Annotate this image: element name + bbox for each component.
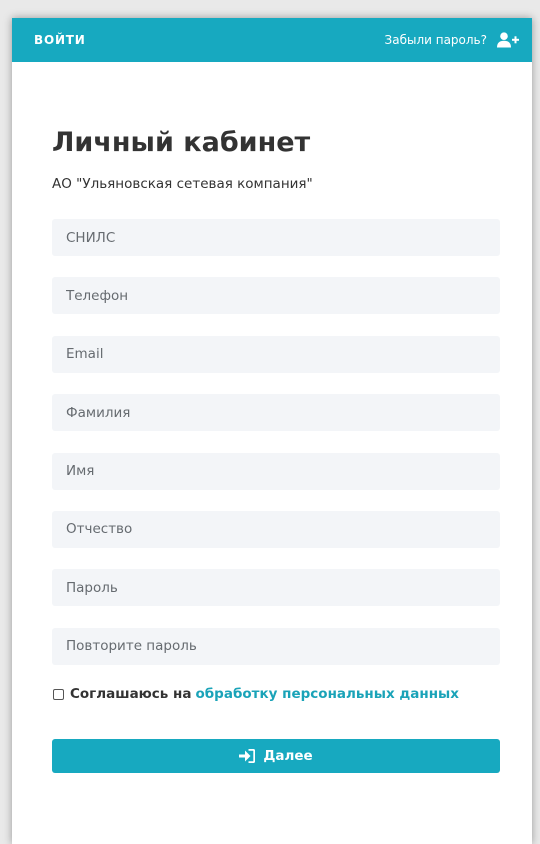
forgot-password-link[interactable]: Забыли пароль? bbox=[385, 33, 487, 47]
consent-row: Соглашаюсь на обработку персональных дан… bbox=[52, 686, 492, 702]
login-window: ВОЙТИ Забыли пароль? Личный кабинет АО "… bbox=[12, 18, 532, 844]
snils-input[interactable] bbox=[52, 219, 500, 256]
consent-checkbox[interactable] bbox=[53, 688, 64, 700]
user-plus-icon[interactable] bbox=[497, 32, 519, 48]
organization-name: АО "Ульяновская сетевая компания" bbox=[52, 176, 313, 192]
lastname-input[interactable] bbox=[52, 394, 500, 432]
page-title: Личный кабинет bbox=[52, 127, 311, 158]
password-repeat-input[interactable] bbox=[52, 627, 500, 665]
middlename-input[interactable] bbox=[52, 510, 500, 548]
next-button[interactable]: Далее bbox=[52, 739, 500, 774]
password-input[interactable] bbox=[52, 569, 500, 607]
login-tab[interactable]: ВОЙТИ bbox=[34, 33, 86, 47]
top-bar: ВОЙТИ Забыли пароль? bbox=[12, 18, 532, 62]
email-input[interactable] bbox=[52, 335, 500, 373]
registration-form bbox=[52, 219, 500, 665]
firstname-input[interactable] bbox=[52, 452, 500, 490]
personal-data-link[interactable]: обработку персональных данных bbox=[195, 686, 458, 702]
consent-text: Соглашаюсь на bbox=[70, 686, 192, 703]
phone-input[interactable] bbox=[52, 277, 500, 315]
sign-in-icon bbox=[239, 749, 256, 764]
login-content: Личный кабинет АО "Ульяновская сетевая к… bbox=[12, 126, 532, 774]
next-button-label: Далее bbox=[263, 748, 313, 765]
top-bar-actions: Забыли пароль? bbox=[385, 32, 519, 48]
